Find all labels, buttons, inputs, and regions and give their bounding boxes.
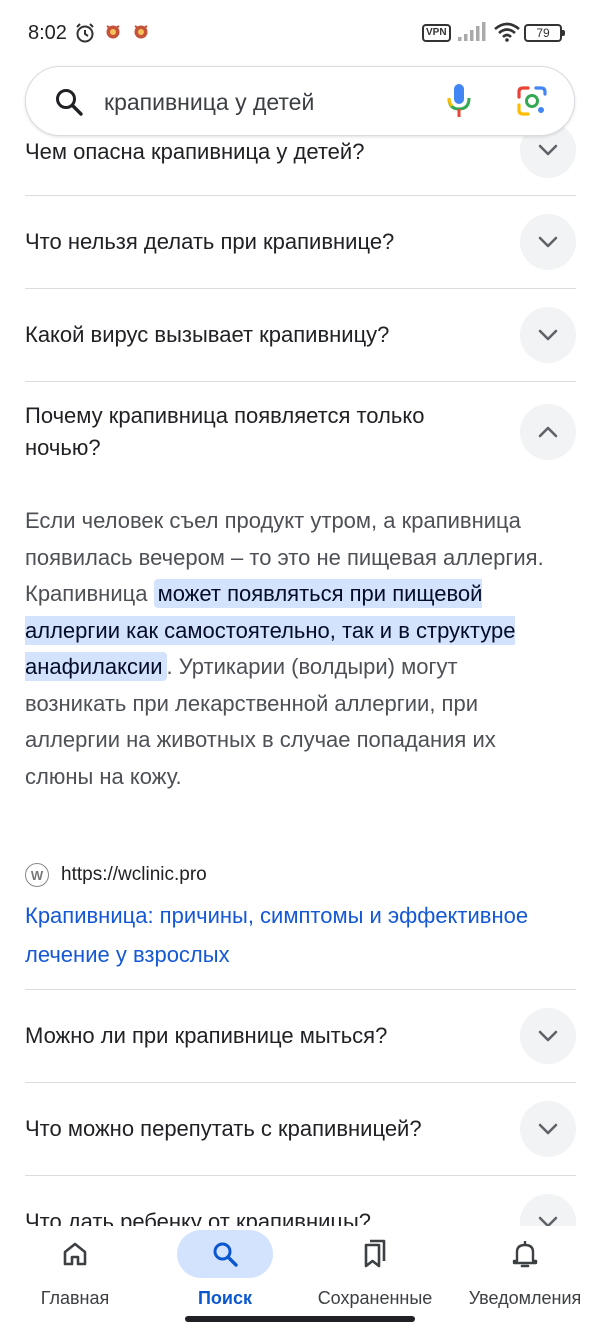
- signal-icon: [458, 22, 486, 47]
- nav-notifications[interactable]: Уведомления: [450, 1226, 600, 1309]
- nav-saved[interactable]: Сохраненные: [300, 1226, 450, 1309]
- nav-home[interactable]: Главная: [0, 1226, 150, 1309]
- home-icon: [27, 1230, 123, 1278]
- google-lens-icon[interactable]: [516, 85, 548, 122]
- vpn-badge: VPN: [422, 24, 451, 42]
- source-title-link[interactable]: Крапивница: причины, симптомы и эффектив…: [25, 896, 565, 974]
- faq-item-virus[interactable]: Какой вирус вызывает крапивницу?: [25, 289, 576, 382]
- faq-item-dont[interactable]: Что нельзя делать при крапивнице?: [25, 196, 576, 289]
- search-icon: [177, 1230, 273, 1278]
- site-favicon-icon: W: [25, 863, 49, 887]
- battery-indicator: 79: [524, 24, 565, 42]
- bell-icon: [477, 1230, 573, 1278]
- status-time: 8:02: [28, 22, 67, 44]
- chevron-down-icon[interactable]: [520, 1008, 576, 1064]
- wifi-icon: [494, 22, 520, 47]
- search-bar[interactable]: крапивница у детей: [25, 66, 575, 136]
- app-notification-icon: [104, 22, 122, 45]
- nav-label: Сохраненные: [317, 1288, 433, 1308]
- faq-list: Чем опасна крапивница у детей? Что нельз…: [0, 0, 600, 1332]
- faq-question: Что можно перепутать с крапивницей?: [25, 1116, 422, 1141]
- chevron-down-icon[interactable]: [520, 1101, 576, 1157]
- bookmarks-icon: [327, 1230, 423, 1278]
- nav-label: Главная: [40, 1288, 110, 1308]
- nav-label: Поиск: [197, 1288, 253, 1308]
- faq-item-confuse[interactable]: Что можно перепутать с крапивницей?: [25, 1083, 576, 1176]
- faq-question: Что нельзя делать при крапивнице?: [25, 229, 395, 254]
- search-icon[interactable]: [54, 87, 84, 122]
- chevron-down-icon[interactable]: [520, 214, 576, 270]
- faq-question: Чем опасна крапивница у детей?: [25, 139, 365, 164]
- faq-item-wash[interactable]: Можно ли при крапивнице мыться?: [25, 990, 576, 1083]
- faq-answer-text: Если человек съел продукт утром, а крапи…: [25, 503, 565, 795]
- source-url[interactable]: https://wclinic.pro: [61, 864, 207, 886]
- alarm-icon: [74, 22, 96, 49]
- chevron-up-icon[interactable]: [520, 404, 576, 460]
- app-notification-icon: [132, 22, 150, 45]
- home-indicator[interactable]: [185, 1316, 415, 1322]
- faq-question: Можно ли при крапивнице мыться?: [25, 1023, 388, 1048]
- source-site[interactable]: W https://wclinic.pro: [25, 860, 207, 890]
- status-bar: 8:02 VPN 79: [0, 0, 600, 64]
- chevron-down-icon[interactable]: [520, 307, 576, 363]
- faq-question: Какой вирус вызывает крапивницу?: [25, 322, 390, 347]
- microphone-icon[interactable]: [446, 83, 472, 124]
- nav-search[interactable]: Поиск: [150, 1226, 300, 1309]
- faq-question: Почему крапивница появляется только ночь…: [25, 403, 425, 460]
- search-input[interactable]: крапивница у детей: [104, 89, 314, 116]
- nav-label: Уведомления: [468, 1288, 582, 1308]
